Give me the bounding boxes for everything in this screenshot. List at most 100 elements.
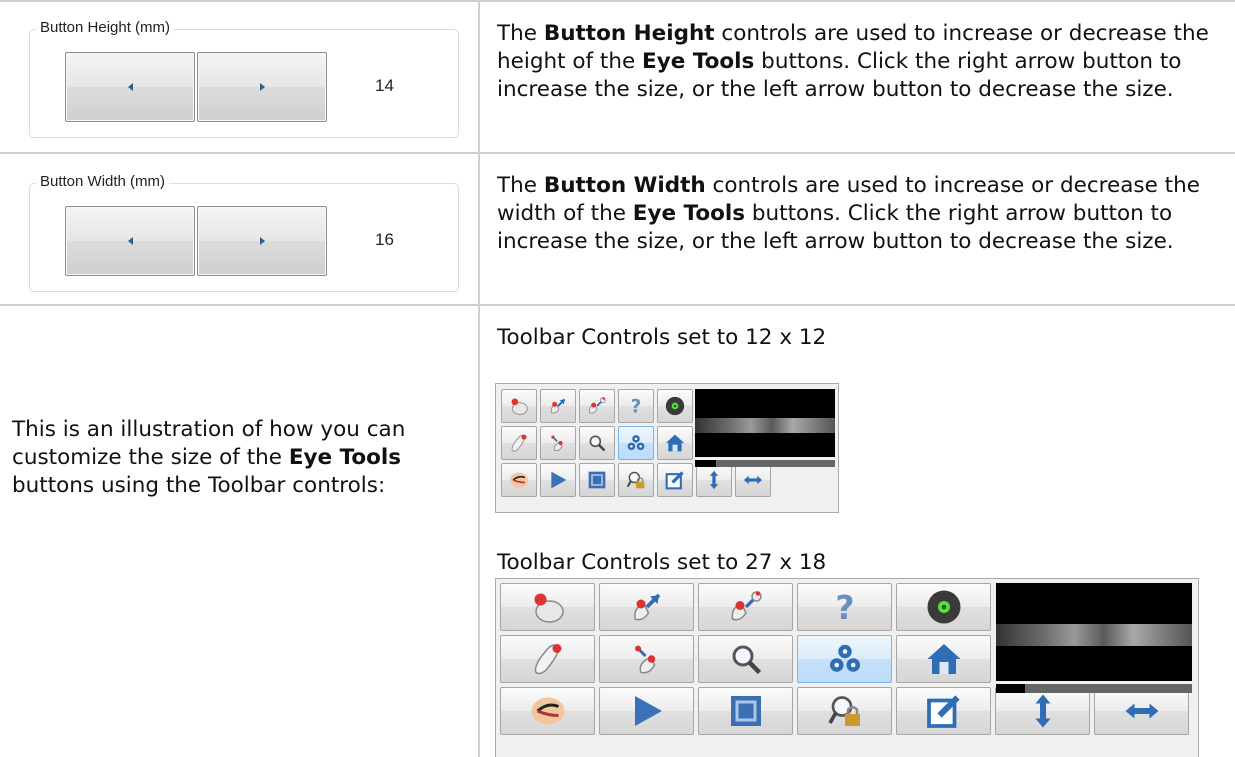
- home-icon: [665, 433, 685, 453]
- width-value: 16: [375, 230, 394, 249]
- vertical-resize-icon: [704, 470, 724, 490]
- height-increase-button[interactable]: [197, 52, 327, 122]
- small-eye-wink-button[interactable]: [501, 463, 537, 497]
- small-toolbar-caption: Toolbar Controls set to 12 x 12: [497, 325, 827, 350]
- small-help-button[interactable]: ?: [618, 389, 654, 423]
- small-horizontal-resize-button[interactable]: [735, 463, 771, 497]
- large-stop-button[interactable]: [698, 687, 793, 735]
- lock-icon: [626, 470, 646, 490]
- calibrate-target-icon: [728, 589, 764, 625]
- eye-wink-icon: [509, 470, 529, 490]
- small-magnifier-button[interactable]: [579, 426, 615, 460]
- stop-icon: [587, 470, 607, 490]
- right-arrow-icon: [259, 83, 265, 91]
- stop-icon: [728, 693, 764, 729]
- large-eye-image: [996, 624, 1192, 646]
- button-width-label: Button Width (mm): [36, 173, 170, 191]
- svg-text:?: ?: [835, 589, 854, 625]
- large-lock-button[interactable]: [797, 687, 892, 735]
- left-arrow-icon: [127, 83, 133, 91]
- small-calibrate-point-button[interactable]: [540, 389, 576, 423]
- large-horizontal-resize-button[interactable]: [1094, 687, 1189, 735]
- small-eye-image: [695, 418, 835, 433]
- height-value: 14: [375, 76, 394, 95]
- magnifier-icon: [728, 641, 764, 677]
- magnifier-icon: [587, 433, 607, 453]
- large-zoom-2x-button[interactable]: [500, 583, 595, 631]
- small-mouse-button[interactable]: [501, 426, 537, 460]
- toolbar-small: ?: [495, 383, 839, 513]
- large-magnifier-button[interactable]: [698, 635, 793, 683]
- zoom-2x-icon: [509, 396, 529, 416]
- vertical-resize-icon: [1025, 693, 1061, 729]
- settings-icon: [827, 641, 863, 677]
- horizontal-resize-icon: [1124, 693, 1160, 729]
- toolbar-large: ?: [495, 578, 1199, 757]
- help-icon: ?: [626, 396, 646, 416]
- zoom-2x-icon: [530, 589, 566, 625]
- right-arrow-icon: [259, 237, 265, 245]
- large-calibrate-target-button[interactable]: [698, 583, 793, 631]
- edit-icon: [926, 693, 962, 729]
- home-icon: [926, 641, 962, 677]
- large-drag-button[interactable]: [599, 635, 694, 683]
- svg-text:?: ?: [631, 397, 642, 416]
- large-tracking-progress: [996, 684, 1192, 693]
- large-eye-wink-button[interactable]: [500, 687, 595, 735]
- mouse-icon: [509, 433, 529, 453]
- play-icon: [548, 470, 568, 490]
- small-stop-button[interactable]: [579, 463, 615, 497]
- record-icon: [926, 589, 962, 625]
- large-record-button[interactable]: [896, 583, 991, 631]
- calibrate-point-icon: [548, 396, 568, 416]
- button-height-group: Button Height (mm) 14: [29, 19, 459, 138]
- drag-icon: [629, 641, 665, 677]
- small-lock-button[interactable]: [618, 463, 654, 497]
- table-row-divider: [0, 152, 1235, 154]
- calibrate-point-icon: [629, 589, 665, 625]
- large-settings-button[interactable]: [797, 635, 892, 683]
- small-tracking-progress: [695, 460, 835, 467]
- button-height-label: Button Height (mm): [36, 19, 175, 37]
- record-icon: [665, 396, 685, 416]
- edit-icon: [665, 470, 685, 490]
- width-description: The Button Width controls are used to in…: [497, 173, 1200, 254]
- large-home-button[interactable]: [896, 635, 991, 683]
- large-help-button[interactable]: ?: [797, 583, 892, 631]
- large-vertical-resize-button[interactable]: [995, 687, 1090, 735]
- large-edit-button[interactable]: [896, 687, 991, 735]
- width-increase-button[interactable]: [197, 206, 327, 276]
- mouse-icon: [530, 641, 566, 677]
- settings-icon: [626, 433, 646, 453]
- large-calibrate-point-button[interactable]: [599, 583, 694, 631]
- left-arrow-icon: [127, 237, 133, 245]
- illustration-text: This is an illustration of how you can c…: [12, 417, 406, 498]
- lock-icon: [827, 693, 863, 729]
- horizontal-resize-icon: [743, 470, 763, 490]
- small-settings-button[interactable]: [618, 426, 654, 460]
- small-play-button[interactable]: [540, 463, 576, 497]
- small-home-button[interactable]: [657, 426, 693, 460]
- play-icon: [629, 693, 665, 729]
- width-decrease-button[interactable]: [65, 206, 195, 276]
- small-calibrate-target-button[interactable]: [579, 389, 615, 423]
- button-width-group: Button Width (mm) 16: [29, 173, 459, 292]
- height-decrease-button[interactable]: [65, 52, 195, 122]
- calibrate-target-icon: [587, 396, 607, 416]
- large-eye-preview: [996, 583, 1192, 681]
- table-top-border: [0, 0, 1235, 2]
- small-vertical-resize-button[interactable]: [696, 463, 732, 497]
- help-icon: ?: [827, 589, 863, 625]
- table-row-divider: [0, 304, 1235, 306]
- small-edit-button[interactable]: [657, 463, 693, 497]
- small-record-button[interactable]: [657, 389, 693, 423]
- table-column-divider: [478, 0, 480, 757]
- large-toolbar-caption: Toolbar Controls set to 27 x 18: [497, 550, 827, 575]
- drag-icon: [548, 433, 568, 453]
- small-drag-button[interactable]: [540, 426, 576, 460]
- large-play-button[interactable]: [599, 687, 694, 735]
- small-zoom-2x-button[interactable]: [501, 389, 537, 423]
- small-eye-preview: [695, 389, 835, 457]
- large-mouse-button[interactable]: [500, 635, 595, 683]
- height-description: The Button Height controls are used to i…: [497, 21, 1209, 102]
